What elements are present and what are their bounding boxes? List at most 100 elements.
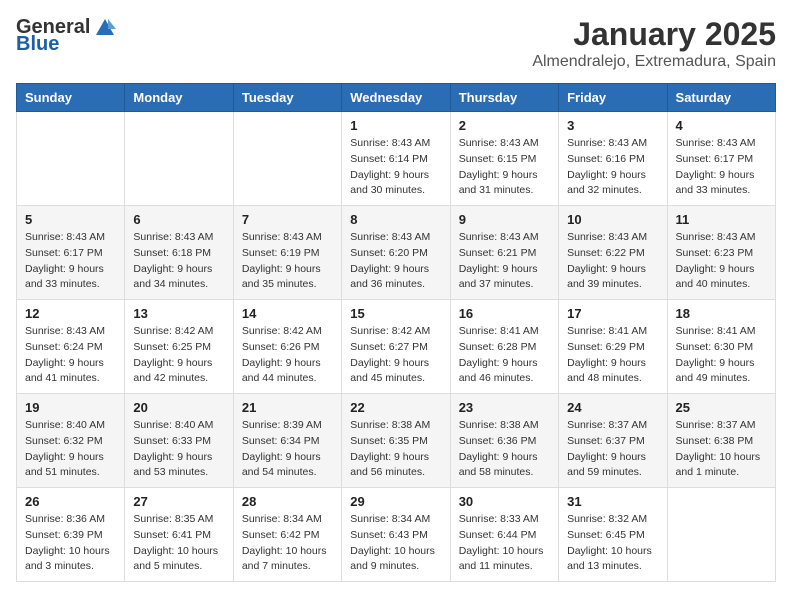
day-number: 18 <box>676 306 767 321</box>
day-number: 8 <box>350 212 441 227</box>
day-number: 14 <box>242 306 333 321</box>
table-row: 20 Sunrise: 8:40 AM Sunset: 6:33 PM Dayli… <box>125 394 233 488</box>
day-info: Sunrise: 8:43 AM Sunset: 6:17 PM Dayligh… <box>676 136 767 199</box>
table-row: 9 Sunrise: 8:43 AM Sunset: 6:21 PM Daylig… <box>450 206 558 300</box>
day-info: Sunrise: 8:43 AM Sunset: 6:22 PM Dayligh… <box>567 230 658 293</box>
table-row: 6 Sunrise: 8:43 AM Sunset: 6:18 PM Daylig… <box>125 206 233 300</box>
logo: General Blue <box>16 16 116 56</box>
table-row: 18 Sunrise: 8:41 AM Sunset: 6:30 PM Dayli… <box>667 300 775 394</box>
day-number: 22 <box>350 400 441 415</box>
col-monday: Monday <box>125 84 233 112</box>
day-number: 12 <box>25 306 116 321</box>
table-row: 21 Sunrise: 8:39 AM Sunset: 6:34 PM Dayli… <box>233 394 341 488</box>
col-saturday: Saturday <box>667 84 775 112</box>
table-row: 17 Sunrise: 8:41 AM Sunset: 6:29 PM Dayli… <box>559 300 667 394</box>
table-row: 4 Sunrise: 8:43 AM Sunset: 6:17 PM Daylig… <box>667 112 775 206</box>
table-row: 16Sunrise: 8:41 AM Sunset: 6:28 PM Dayli… <box>450 300 558 394</box>
day-info: Sunrise: 8:43 AM Sunset: 6:17 PM Dayligh… <box>25 230 116 293</box>
col-wednesday: Wednesday <box>342 84 450 112</box>
page-header: General Blue January 2025 Almendralejo, … <box>16 16 776 71</box>
table-row: 11 Sunrise: 8:43 AM Sunset: 6:23 PM Dayli… <box>667 206 775 300</box>
subtitle: Almendralejo, Extremadura, Spain <box>532 53 776 71</box>
table-row: 30 Sunrise: 8:33 AM Sunset: 6:44 PM Dayli… <box>450 488 558 582</box>
day-number: 15 <box>350 306 441 321</box>
day-number: 16 <box>459 306 550 321</box>
day-info: Sunrise: 8:43 AM Sunset: 6:23 PM Dayligh… <box>676 230 767 293</box>
day-number: 9 <box>459 212 550 227</box>
col-friday: Friday <box>559 84 667 112</box>
day-info: Sunrise: 8:41 AM Sunset: 6:29 PM Dayligh… <box>567 324 658 387</box>
table-row: 2 Sunrise: 8:43 AM Sunset: 6:15 PM Daylig… <box>450 112 558 206</box>
day-info: Sunrise: 8:33 AM Sunset: 6:44 PM Dayligh… <box>459 512 550 575</box>
day-number: 11 <box>676 212 767 227</box>
calendar-table: Sunday Monday Tuesday Wednesday Thursday… <box>16 83 776 582</box>
table-row: 3Sunrise: 8:43 AM Sunset: 6:16 PM Daylig… <box>559 112 667 206</box>
col-tuesday: Tuesday <box>233 84 341 112</box>
day-info: Sunrise: 8:42 AM Sunset: 6:27 PM Dayligh… <box>350 324 441 387</box>
day-number: 24 <box>567 400 658 415</box>
calendar-week-row: 26Sunrise: 8:36 AM Sunset: 6:39 PM Dayli… <box>17 488 776 582</box>
day-info: Sunrise: 8:34 AM Sunset: 6:43 PM Dayligh… <box>350 512 441 575</box>
table-row: 14Sunrise: 8:42 AM Sunset: 6:26 PM Dayli… <box>233 300 341 394</box>
day-number: 20 <box>133 400 224 415</box>
table-row: 12 Sunrise: 8:43 AM Sunset: 6:24 PM Dayli… <box>17 300 125 394</box>
day-info: Sunrise: 8:43 AM Sunset: 6:18 PM Dayligh… <box>133 230 224 293</box>
table-row: 31Sunrise: 8:32 AM Sunset: 6:45 PM Dayli… <box>559 488 667 582</box>
table-row: 25 Sunrise: 8:37 AM Sunset: 6:38 PM Dayli… <box>667 394 775 488</box>
calendar-week-row: 12 Sunrise: 8:43 AM Sunset: 6:24 PM Dayli… <box>17 300 776 394</box>
table-row: 26Sunrise: 8:36 AM Sunset: 6:39 PM Dayli… <box>17 488 125 582</box>
day-number: 30 <box>459 494 550 509</box>
day-number: 7 <box>242 212 333 227</box>
day-info: Sunrise: 8:40 AM Sunset: 6:33 PM Dayligh… <box>133 418 224 481</box>
day-number: 4 <box>676 118 767 133</box>
calendar-week-row: 1Sunrise: 8:43 AM Sunset: 6:14 PM Daylig… <box>17 112 776 206</box>
day-number: 21 <box>242 400 333 415</box>
day-info: Sunrise: 8:43 AM Sunset: 6:15 PM Dayligh… <box>459 136 550 199</box>
day-info: Sunrise: 8:35 AM Sunset: 6:41 PM Dayligh… <box>133 512 224 575</box>
day-info: Sunrise: 8:40 AM Sunset: 6:32 PM Dayligh… <box>25 418 116 481</box>
calendar-week-row: 19Sunrise: 8:40 AM Sunset: 6:32 PM Dayli… <box>17 394 776 488</box>
calendar-header-row: Sunday Monday Tuesday Wednesday Thursday… <box>17 84 776 112</box>
table-row: 15 Sunrise: 8:42 AM Sunset: 6:27 PM Dayli… <box>342 300 450 394</box>
day-info: Sunrise: 8:39 AM Sunset: 6:34 PM Dayligh… <box>242 418 333 481</box>
table-row: 28Sunrise: 8:34 AM Sunset: 6:42 PM Dayli… <box>233 488 341 582</box>
col-sunday: Sunday <box>17 84 125 112</box>
day-number: 27 <box>133 494 224 509</box>
table-row: 7Sunrise: 8:43 AM Sunset: 6:19 PM Daylig… <box>233 206 341 300</box>
title-block: January 2025 Almendralejo, Extremadura, … <box>532 16 776 71</box>
table-row: 29 Sunrise: 8:34 AM Sunset: 6:43 PM Dayli… <box>342 488 450 582</box>
day-number: 29 <box>350 494 441 509</box>
day-number: 1 <box>350 118 441 133</box>
day-number: 17 <box>567 306 658 321</box>
day-info: Sunrise: 8:43 AM Sunset: 6:21 PM Dayligh… <box>459 230 550 293</box>
day-number: 25 <box>676 400 767 415</box>
table-row <box>667 488 775 582</box>
day-number: 5 <box>25 212 116 227</box>
table-row: 1Sunrise: 8:43 AM Sunset: 6:14 PM Daylig… <box>342 112 450 206</box>
day-number: 6 <box>133 212 224 227</box>
day-info: Sunrise: 8:32 AM Sunset: 6:45 PM Dayligh… <box>567 512 658 575</box>
logo-icon <box>94 17 116 39</box>
day-info: Sunrise: 8:42 AM Sunset: 6:25 PM Dayligh… <box>133 324 224 387</box>
table-row: 19Sunrise: 8:40 AM Sunset: 6:32 PM Dayli… <box>17 394 125 488</box>
day-info: Sunrise: 8:37 AM Sunset: 6:38 PM Dayligh… <box>676 418 767 481</box>
day-info: Sunrise: 8:43 AM Sunset: 6:24 PM Dayligh… <box>25 324 116 387</box>
table-row: 27 Sunrise: 8:35 AM Sunset: 6:41 PM Dayli… <box>125 488 233 582</box>
day-number: 28 <box>242 494 333 509</box>
day-number: 23 <box>459 400 550 415</box>
day-number: 2 <box>459 118 550 133</box>
day-info: Sunrise: 8:41 AM Sunset: 6:30 PM Dayligh… <box>676 324 767 387</box>
day-info: Sunrise: 8:43 AM Sunset: 6:20 PM Dayligh… <box>350 230 441 293</box>
day-number: 3 <box>567 118 658 133</box>
day-info: Sunrise: 8:37 AM Sunset: 6:37 PM Dayligh… <box>567 418 658 481</box>
table-row <box>125 112 233 206</box>
day-info: Sunrise: 8:36 AM Sunset: 6:39 PM Dayligh… <box>25 512 116 575</box>
table-row <box>17 112 125 206</box>
table-row <box>233 112 341 206</box>
logo-blue-text: Blue <box>16 33 59 56</box>
table-row: 5 Sunrise: 8:43 AM Sunset: 6:17 PM Daylig… <box>17 206 125 300</box>
day-info: Sunrise: 8:38 AM Sunset: 6:35 PM Dayligh… <box>350 418 441 481</box>
table-row: 24 Sunrise: 8:37 AM Sunset: 6:37 PM Dayli… <box>559 394 667 488</box>
table-row: 13Sunrise: 8:42 AM Sunset: 6:25 PM Dayli… <box>125 300 233 394</box>
table-row: 8 Sunrise: 8:43 AM Sunset: 6:20 PM Daylig… <box>342 206 450 300</box>
